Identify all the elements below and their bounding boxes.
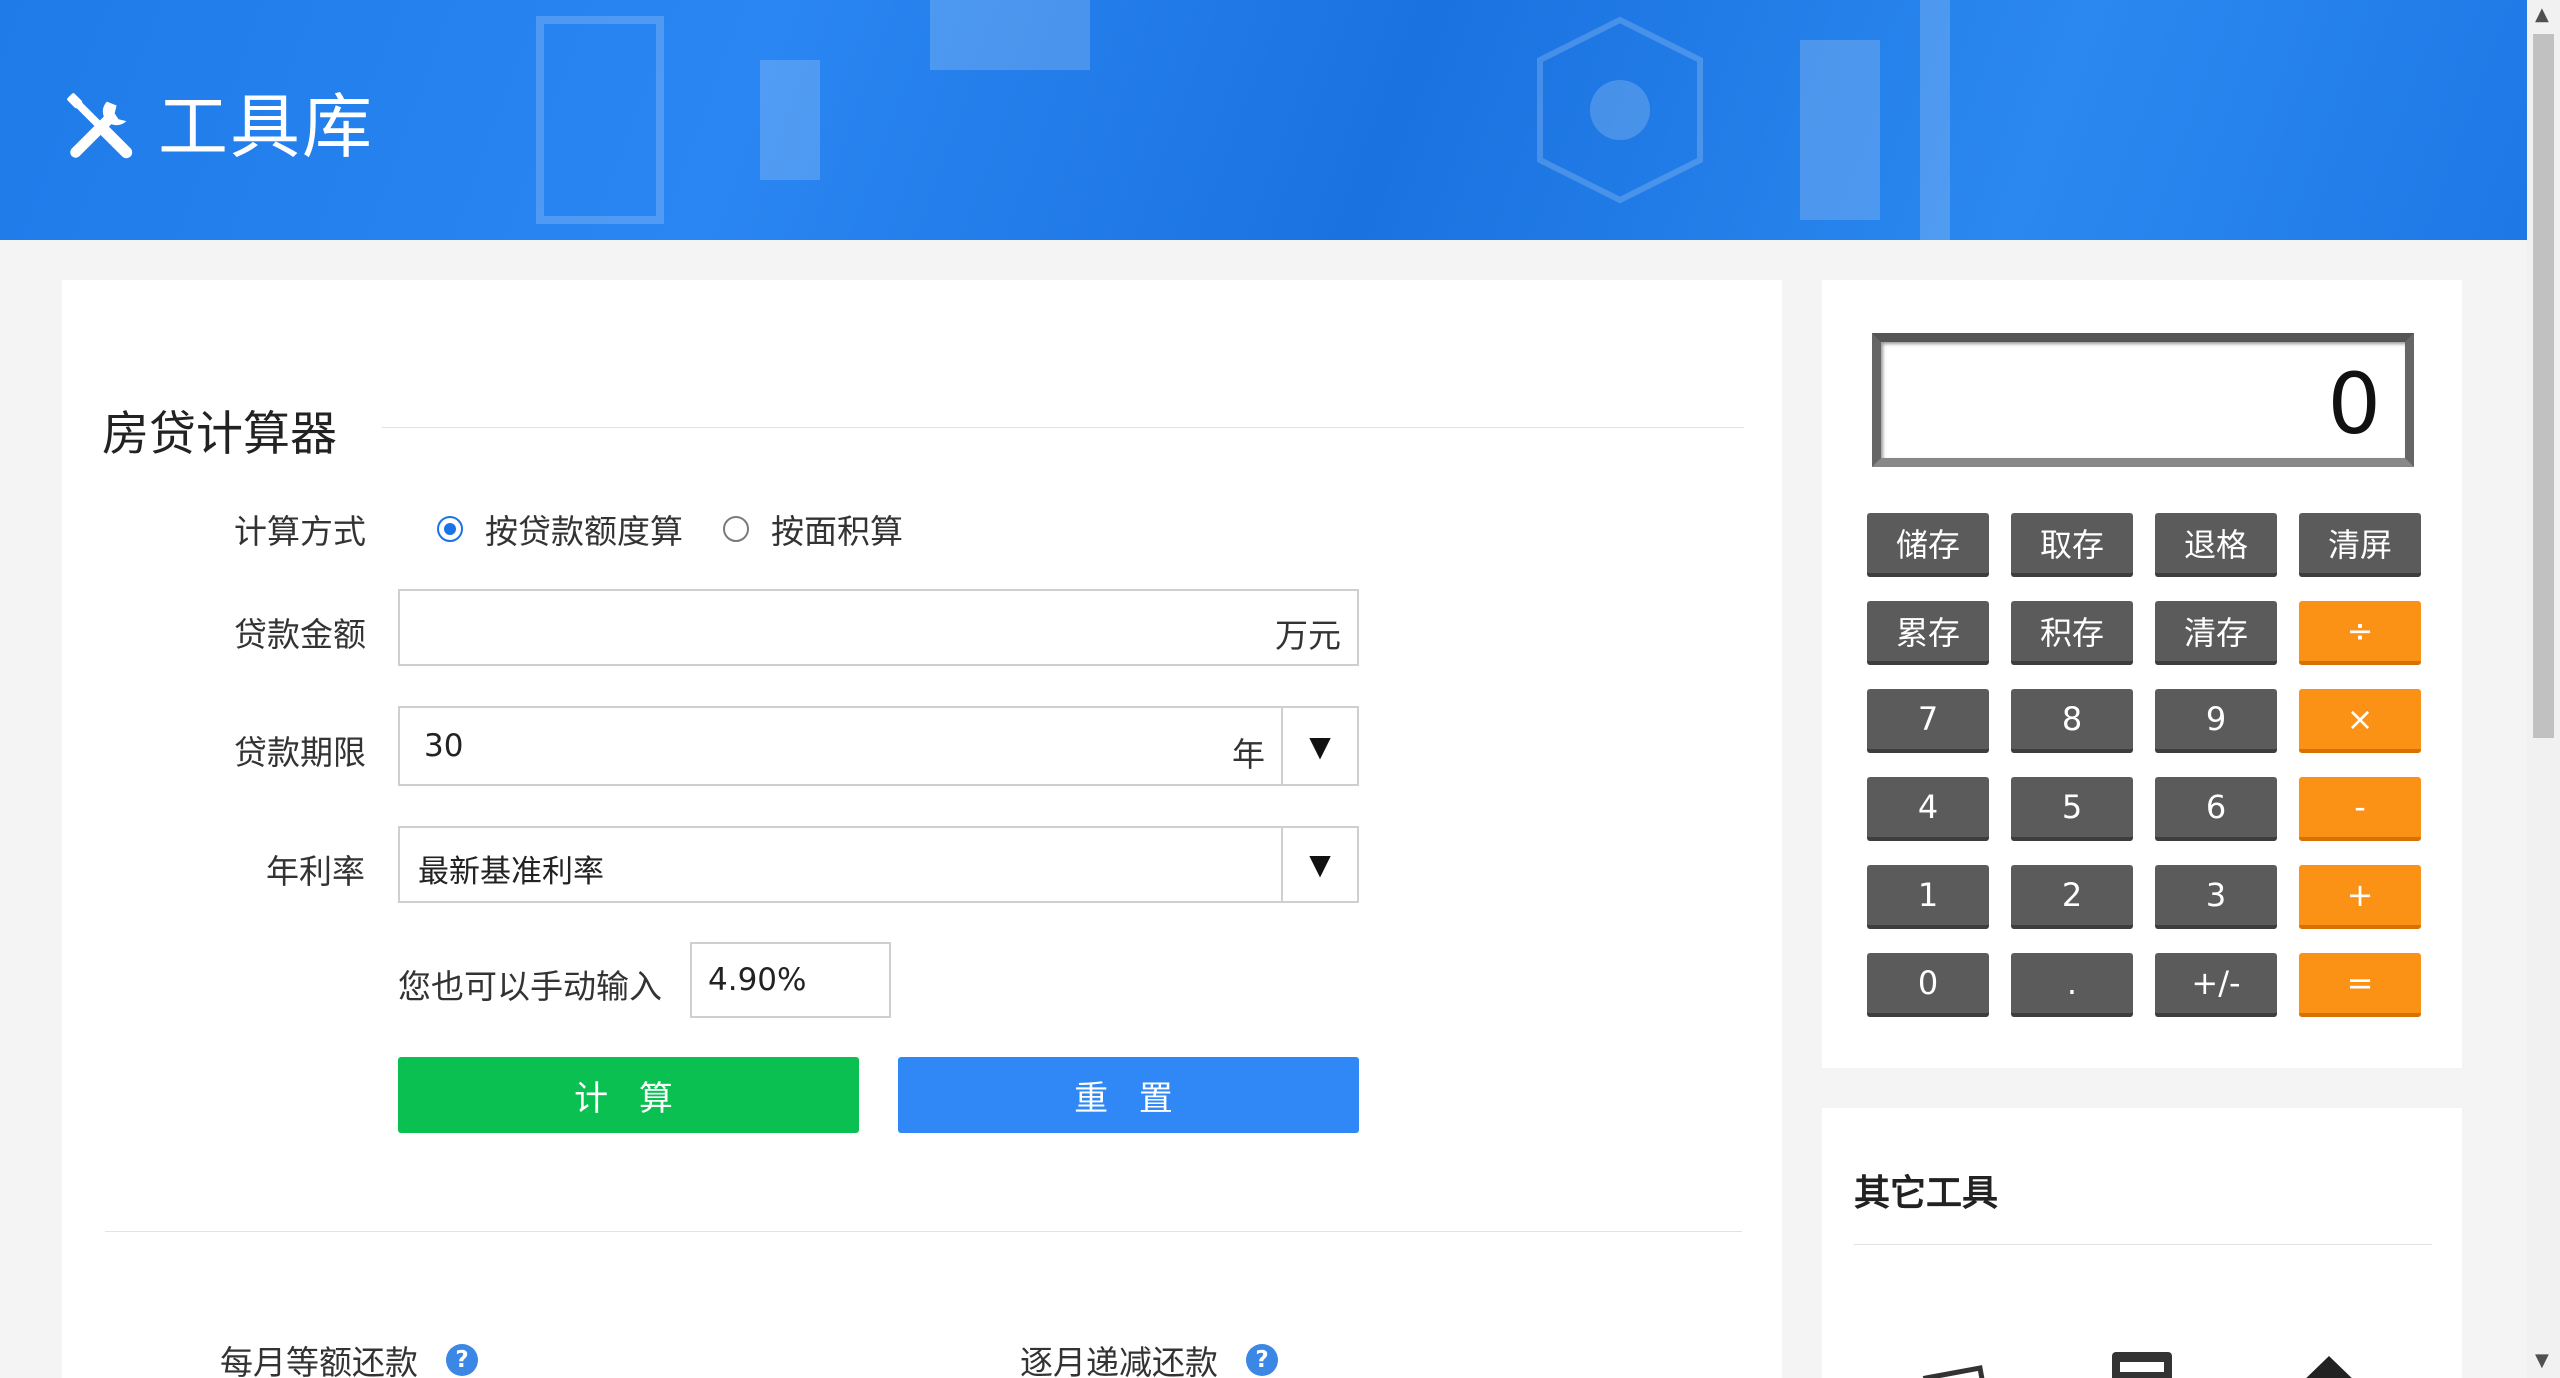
calculator-key[interactable]: 积存 — [2011, 601, 2133, 665]
calculator-key[interactable]: 清屏 — [2299, 513, 2421, 577]
help-icon[interactable]: ? — [446, 1344, 478, 1376]
header-banner: 工具库 — [0, 0, 2527, 240]
rate-dropdown-arrow-icon[interactable]: ▼ — [1281, 828, 1357, 901]
calculator-key[interactable]: . — [2011, 953, 2133, 1017]
rate-value: 最新基准利率 — [418, 854, 604, 890]
calculator-key[interactable]: 储存 — [1867, 513, 1989, 577]
calculator-key[interactable]: 7 — [1867, 689, 1989, 753]
radio-by-amount-label[interactable]: 按贷款额度算 — [485, 505, 683, 553]
amount-input[interactable]: 万元 — [398, 589, 1359, 666]
calculator-key[interactable]: - — [2299, 777, 2421, 841]
tab-equal-installment-label: 每月等额还款 — [220, 1343, 418, 1378]
calculator-key[interactable]: 9 — [2155, 689, 2277, 753]
calculator-key[interactable]: 清存 — [2155, 601, 2277, 665]
term-dropdown-arrow-icon[interactable]: ▼ — [1281, 708, 1357, 784]
banner-decoration — [1537, 0, 1950, 240]
radio-by-area[interactable] — [723, 516, 749, 542]
other-tools-card — [1822, 1108, 2462, 1378]
calculator-key[interactable]: 6 — [2155, 777, 2277, 841]
manual-rate-label: 您也可以手动输入 — [398, 967, 662, 1006]
rate-label: 年利率 — [266, 852, 365, 891]
house-tool-icon[interactable] — [2294, 1350, 2364, 1378]
calculate-button[interactable]: 计 算 — [398, 1057, 859, 1133]
scroll-up-arrow-icon[interactable]: ▲ — [2535, 6, 2549, 24]
calculator-key[interactable]: = — [2299, 953, 2421, 1017]
tools-icon — [67, 93, 133, 159]
result-divider — [105, 1231, 1742, 1232]
note-tool-icon[interactable] — [1920, 1350, 1990, 1378]
brand[interactable]: 工具库 — [62, 88, 374, 166]
term-value: 30 — [424, 728, 464, 764]
calculator-key[interactable]: × — [2299, 689, 2421, 753]
calculator-key[interactable]: 取存 — [2011, 513, 2133, 577]
calculator-key[interactable]: 3 — [2155, 865, 2277, 929]
method-radio-group: 按贷款额度算 按面积算 — [437, 505, 943, 553]
title-divider — [382, 427, 1744, 428]
method-label: 计算方式 — [234, 512, 366, 551]
term-unit: 年 — [1232, 735, 1265, 774]
radio-by-amount[interactable] — [437, 516, 463, 542]
calculator-key[interactable]: 累存 — [1867, 601, 1989, 665]
loan-calculator-title: 房贷计算器 — [102, 407, 337, 462]
calculator-key[interactable]: 5 — [2011, 777, 2133, 841]
calculator-key[interactable]: ÷ — [2299, 601, 2421, 665]
radio-by-area-label[interactable]: 按面积算 — [771, 505, 903, 553]
reset-button[interactable]: 重 置 — [898, 1057, 1359, 1133]
page-scrollbar[interactable]: ▲ ▼ — [2527, 0, 2560, 1378]
calculator-key[interactable]: 0 — [1867, 953, 1989, 1017]
calculator-key[interactable]: 1 — [1867, 865, 1989, 929]
calculator-key[interactable]: + — [2299, 865, 2421, 929]
calculator-key[interactable]: 退格 — [2155, 513, 2277, 577]
manual-rate-input[interactable]: 4.90% — [690, 942, 891, 1018]
tab-equal-installment[interactable]: 每月等额还款 ? — [220, 1336, 478, 1378]
calculator-display: 0 — [1872, 333, 2414, 467]
calculator-tool-icon[interactable] — [2110, 1350, 2180, 1378]
calculator-key[interactable]: 4 — [1867, 777, 1989, 841]
scroll-down-arrow-icon[interactable]: ▼ — [2535, 1352, 2549, 1370]
amount-unit: 万元 — [1275, 616, 1341, 655]
calculator-key[interactable]: +/- — [2155, 953, 2277, 1017]
manual-rate-value: 4.90% — [708, 962, 807, 998]
calculator-key[interactable]: 8 — [2011, 689, 2133, 753]
rate-select[interactable]: 最新基准利率 ▼ — [398, 826, 1359, 903]
help-icon[interactable]: ? — [1246, 1344, 1278, 1376]
calculator-key[interactable]: 2 — [2011, 865, 2133, 929]
tab-decreasing-installment[interactable]: 逐月递减还款 ? — [1020, 1336, 1278, 1378]
scrollbar-thumb[interactable] — [2533, 34, 2554, 738]
other-tools-title: 其它工具 — [1854, 1173, 1999, 1214]
tab-decreasing-installment-label: 逐月递减还款 — [1020, 1343, 1218, 1378]
term-select[interactable]: 30 年 ▼ — [398, 706, 1359, 786]
other-tools-divider — [1854, 1244, 2432, 1245]
term-label: 贷款期限 — [234, 733, 366, 772]
calculator-display-value: 0 — [2327, 355, 2381, 453]
amount-label: 贷款金额 — [234, 615, 366, 654]
site-title: 工具库 — [158, 86, 374, 168]
banner-decoration-left — [536, 0, 1090, 224]
